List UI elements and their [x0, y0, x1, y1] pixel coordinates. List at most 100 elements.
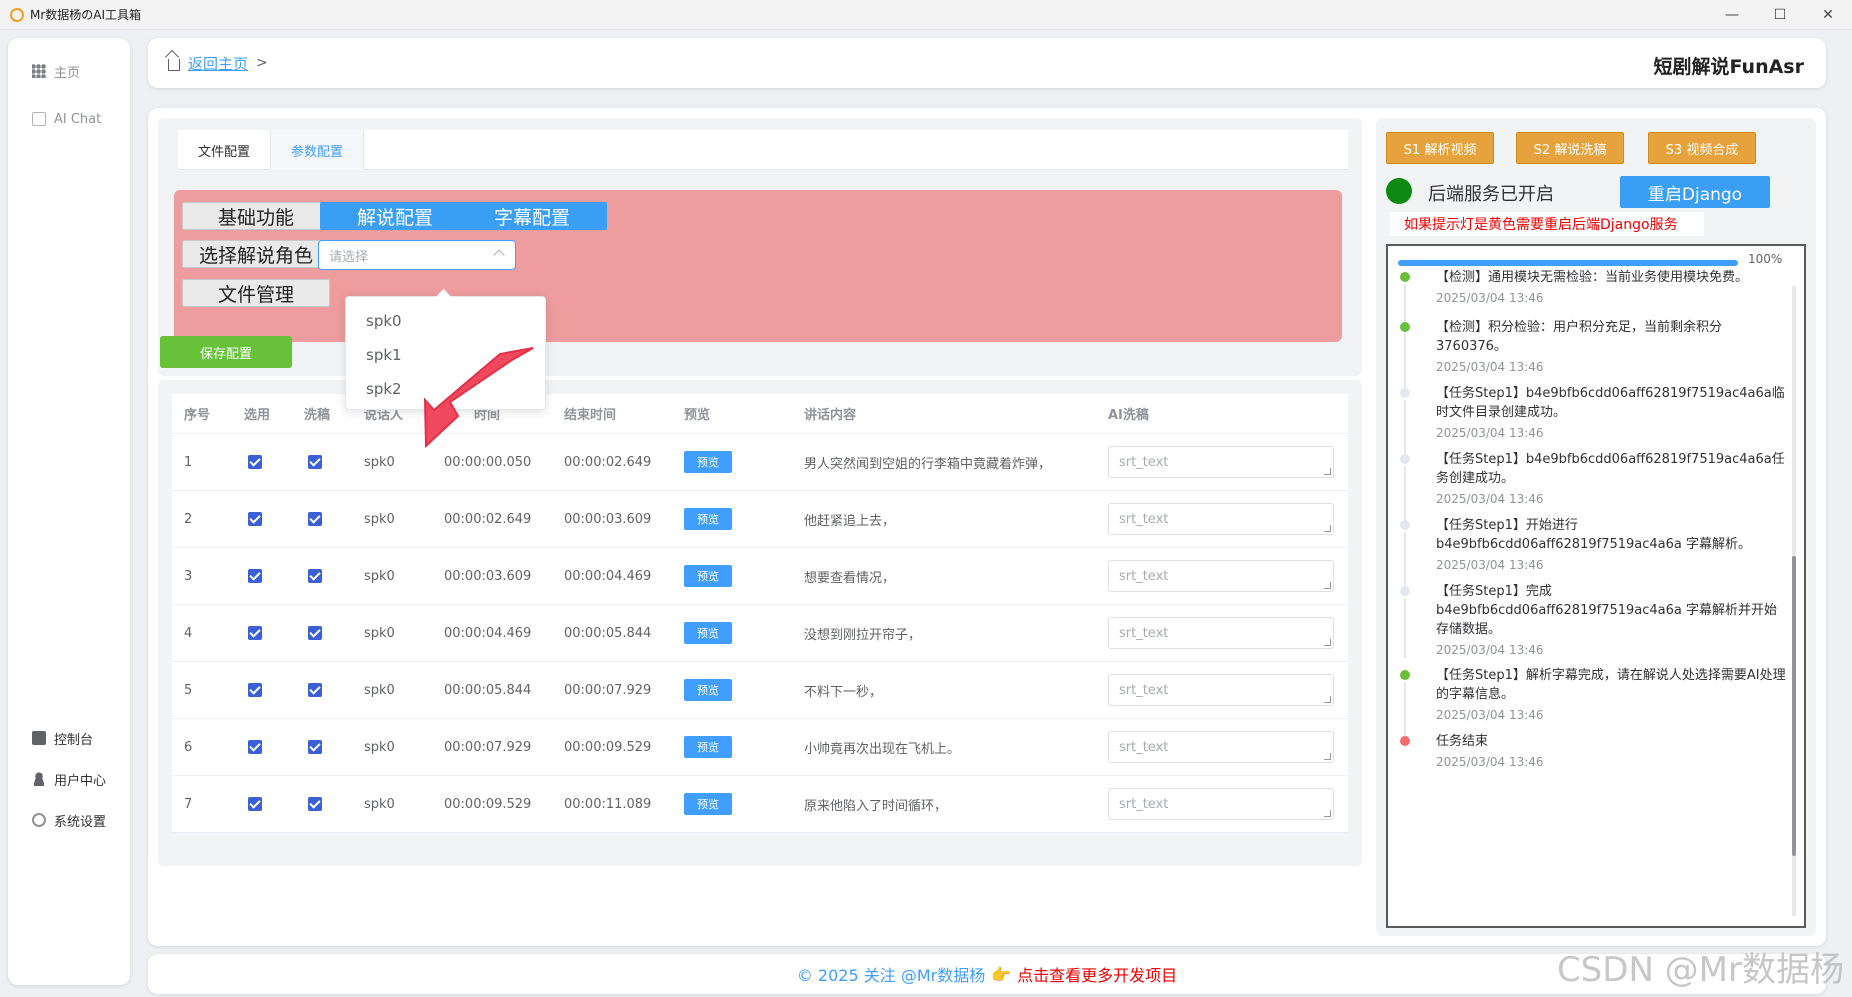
sidebar-item-home[interactable]: 主页 [8, 56, 130, 86]
select-checkbox-cell [232, 455, 292, 469]
select-checkbox[interactable] [248, 569, 262, 583]
minimize-button[interactable]: — [1708, 0, 1756, 30]
s3-compose-button[interactable]: S3 视频合成 [1648, 132, 1756, 164]
back-home-link[interactable]: 返回主页 [188, 53, 248, 74]
copyright-text[interactable]: © 2025 关注 @Mr数据杨 [797, 962, 985, 986]
log-text: 【任务Step1】解析字幕完成，请在解说人处选择需要AI处理的字幕信息。 [1436, 668, 1786, 702]
scrollbar-thumb[interactable] [1792, 556, 1796, 856]
s1-parse-video-button[interactable]: S1 解析视频 [1386, 132, 1494, 164]
sidebar-item-console[interactable]: 控制台 [8, 723, 130, 753]
rewrite-checkbox[interactable] [308, 797, 322, 811]
ai-rewrite-textarea[interactable]: srt_text [1108, 446, 1334, 478]
col-header-preview: 预览 [684, 408, 711, 423]
preview-cell: 预览 [672, 793, 792, 815]
config-tabs: 文件配置 参数配置 [178, 130, 1348, 170]
end-time: 00:00:09.529 [564, 739, 652, 755]
ai-rewrite-cell: srt_text [1096, 503, 1348, 535]
ai-rewrite-textarea[interactable]: srt_text [1108, 617, 1334, 649]
ai-rewrite-textarea[interactable]: srt_text [1108, 674, 1334, 706]
close-button[interactable]: ✕ [1804, 0, 1852, 30]
preview-cell: 预览 [672, 736, 792, 758]
select-checkbox[interactable] [248, 683, 262, 697]
select-placeholder: 请选择 [329, 249, 369, 265]
preview-button[interactable]: 预览 [684, 451, 732, 473]
select-checkbox[interactable] [248, 512, 262, 526]
preview-button[interactable]: 预览 [684, 679, 732, 701]
rewrite-checkbox[interactable] [308, 455, 322, 469]
end-time: 00:00:07.929 [564, 682, 652, 698]
row-no: 7 [184, 796, 193, 812]
preview-button[interactable]: 预览 [684, 508, 732, 530]
log-time: 2025/03/04 13:46 [1436, 755, 1544, 769]
maximize-button[interactable]: ☐ [1756, 0, 1804, 30]
log-item: 【检测】积分检验：用户积分充足，当前剩余积分3760376。 2025/03/0… [1398, 318, 1788, 394]
header-bar: 返回主页 > 短剧解说FunAsr [148, 38, 1826, 88]
subtitle-table: 序号 选用 洗稿 说话人 时间 结束时间 预览 讲话内容 AI洗稿 1 spk0… [172, 394, 1348, 833]
select-checkbox[interactable] [248, 455, 262, 469]
ai-rewrite-textarea[interactable]: srt_text [1108, 788, 1334, 820]
ai-rewrite-textarea[interactable]: srt_text [1108, 503, 1334, 535]
end-time: 00:00:05.844 [564, 625, 652, 641]
select-checkbox-cell [232, 797, 292, 811]
timeline-dot [1400, 736, 1410, 746]
warning-text: 如果提示灯是黄色需要重启后端Django服务 [1390, 212, 1704, 236]
rewrite-checkbox[interactable] [308, 626, 322, 640]
select-checkbox-cell [232, 626, 292, 640]
user-icon [32, 772, 46, 786]
role-select[interactable]: 请选择 [318, 240, 516, 270]
row-no: 5 [184, 682, 193, 698]
file-manage-button[interactable]: 文件管理 [182, 279, 330, 307]
select-checkbox-cell [232, 683, 292, 697]
sidebar-item-label: 控制台 [54, 732, 94, 748]
preview-cell: 预览 [672, 565, 792, 587]
tab-file-config[interactable]: 文件配置 [178, 130, 272, 170]
basic-function-button[interactable]: 基础功能 [182, 202, 330, 230]
ai-rewrite-cell: srt_text [1096, 446, 1348, 478]
preview-button[interactable]: 预览 [684, 736, 732, 758]
col-header-ai: AI洗稿 [1108, 408, 1149, 423]
progress-fill [1398, 260, 1738, 266]
ai-rewrite-textarea[interactable]: srt_text [1108, 560, 1334, 592]
rewrite-checkbox[interactable] [308, 683, 322, 697]
preview-button[interactable]: 预览 [684, 622, 732, 644]
s2-rewrite-button[interactable]: S2 解说洗稿 [1516, 132, 1624, 164]
preview-button[interactable]: 预览 [684, 793, 732, 815]
end-time: 00:00:02.649 [564, 454, 652, 470]
rewrite-checkbox[interactable] [308, 512, 322, 526]
sidebar-item-label: 用户中心 [54, 773, 107, 789]
timeline-dot [1400, 670, 1410, 680]
select-checkbox[interactable] [248, 740, 262, 754]
sidebar-item-user-center[interactable]: 用户中心 [8, 764, 130, 794]
tab-param-config[interactable]: 参数配置 [271, 130, 365, 170]
save-config-button[interactable]: 保存配置 [160, 336, 292, 368]
preview-button[interactable]: 预览 [684, 565, 732, 587]
sidebar-item-settings[interactable]: 系统设置 [8, 805, 130, 835]
restart-django-button[interactable]: 重启Django [1620, 176, 1770, 208]
speaker: spk0 [364, 682, 395, 698]
pointing-hand-icon: 👉 [991, 964, 1012, 984]
select-checkbox[interactable] [248, 797, 262, 811]
rewrite-checkbox-cell [292, 626, 352, 640]
subtitle-config-button[interactable]: 字幕配置 [457, 202, 607, 230]
timeline-dot [1400, 454, 1410, 464]
narration-config-button[interactable]: 解说配置 [320, 202, 470, 230]
log-item: 【任务Step1】b4e9bfb6cdd06aff62819f7519ac4a6… [1398, 450, 1788, 526]
option-spk0[interactable]: spk0 [346, 304, 545, 338]
select-role-button[interactable]: 选择解说角色 [182, 240, 330, 268]
speech-text: 他赶紧追上去， [804, 513, 896, 529]
end-time: 00:00:11.089 [564, 796, 652, 812]
select-checkbox[interactable] [248, 626, 262, 640]
timeline-dot [1400, 388, 1410, 398]
monitor-icon [32, 731, 46, 745]
log-time: 2025/03/04 13:46 [1436, 558, 1544, 572]
rewrite-checkbox[interactable] [308, 740, 322, 754]
log-item: 【任务Step1】b4e9bfb6cdd06aff62819f7519ac4a6… [1398, 384, 1788, 460]
rewrite-checkbox[interactable] [308, 569, 322, 583]
main-panel: 文件配置 参数配置 基础功能 解说配置 字幕配置 选择解说角色 请选择 文件管理… [148, 108, 1826, 946]
breadcrumb-separator: > [256, 55, 268, 71]
ai-rewrite-cell: srt_text [1096, 674, 1348, 706]
sidebar-item-ai-chat[interactable]: AI Chat [8, 104, 130, 134]
more-projects-link[interactable]: 点击查看更多开发项目 [1017, 962, 1177, 986]
log-box[interactable]: 100% 【检测】通用模块无需检验：当前业务使用模块免费。 2025/03/04… [1386, 244, 1806, 928]
ai-rewrite-textarea[interactable]: srt_text [1108, 731, 1334, 763]
